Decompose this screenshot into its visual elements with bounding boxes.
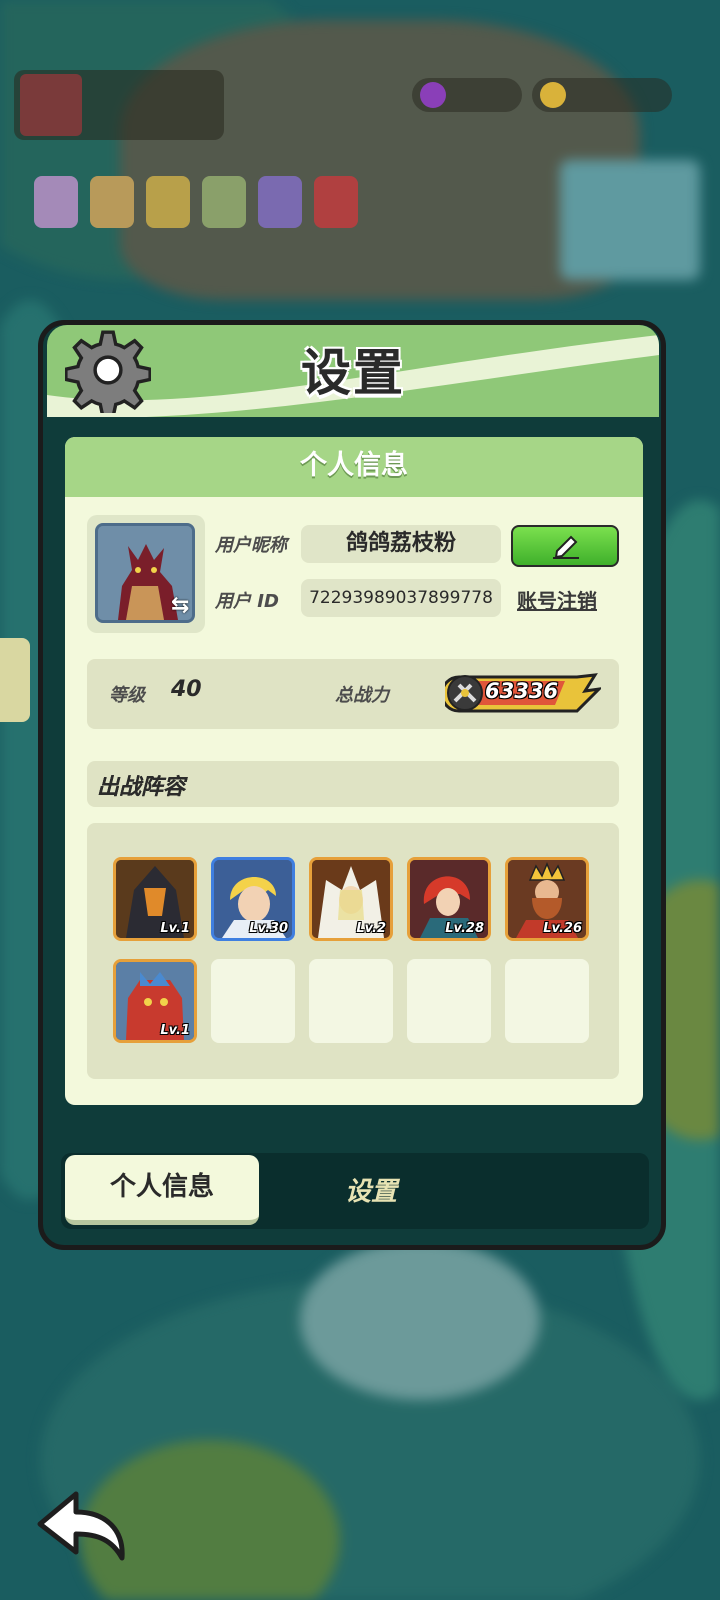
hero-slot-1[interactable]: Lv.1	[113, 857, 197, 941]
deactivate-account-link[interactable]: 账号注销	[517, 585, 597, 614]
dialog-header: 设置	[47, 325, 659, 417]
level-value: 40	[171, 677, 202, 702]
nickname-value: 鸽鸽荔枝粉	[301, 525, 501, 563]
power-value: 63336	[485, 679, 559, 703]
profile-panel: 个人信息 ⇆ 用户昵称 鸽鸽荔枝粉 用户 ID 7229398903789977…	[65, 437, 643, 1105]
power-label: 总战力	[335, 685, 389, 706]
tab-profile[interactable]: 个人信息	[65, 1155, 259, 1225]
stats-row: 等级 40 总战力 63336	[87, 659, 619, 729]
empty-hero-slot[interactable]	[407, 959, 491, 1043]
side-tab	[0, 638, 30, 722]
hero-slot-5[interactable]: Lv.26	[505, 857, 589, 941]
hero-level: Lv.30	[249, 921, 288, 936]
edit-nickname-button[interactable]	[511, 525, 619, 567]
dialog-title: 设置	[301, 344, 405, 402]
dialog-tab-bar: 个人信息 设置	[61, 1153, 649, 1229]
hero-level: Lv.1	[160, 921, 190, 936]
player-info-bar	[14, 70, 224, 140]
resource-gems	[412, 78, 522, 112]
hero-level: Lv.1	[160, 1023, 190, 1038]
hero-level: Lv.2	[356, 921, 386, 936]
power-badge: 63336	[440, 671, 604, 715]
edit-icon	[553, 535, 579, 559]
hero-slot-2[interactable]: Lv.30	[211, 857, 295, 941]
empty-hero-slot[interactable]	[211, 959, 295, 1043]
hero-slot-6[interactable]: Lv.1	[113, 959, 197, 1043]
hero-slot-4[interactable]: Lv.28	[407, 857, 491, 941]
level-label: 等级	[109, 685, 145, 706]
tab-settings[interactable]: 设置	[311, 1167, 431, 1217]
lineup-title: 出战阵容	[97, 775, 186, 800]
nickname-label: 用户昵称	[215, 535, 287, 556]
avatar-frame[interactable]: ⇆	[87, 515, 205, 633]
swap-icon[interactable]: ⇆	[171, 593, 197, 619]
lineup-grid: Lv.1 Lv.30 Lv.2 Lv.28 Lv.26 Lv.1	[87, 823, 619, 1079]
empty-hero-slot[interactable]	[309, 959, 393, 1043]
sword-power-icon	[447, 675, 483, 711]
user-id-value: 7229398903789977​8	[301, 579, 501, 617]
hero-level: Lv.28	[445, 921, 484, 936]
panel-title: 个人信息	[65, 437, 643, 497]
empty-hero-slot[interactable]	[505, 959, 589, 1043]
resource-gold	[532, 78, 672, 112]
settings-dialog: 设置 个人信息 ⇆ 用户昵称 鸽鸽荔枝粉 用户 ID 7229398903789…	[38, 320, 666, 1250]
lineup-section-header: 出战阵容	[87, 761, 619, 807]
hero-level: Lv.26	[543, 921, 582, 936]
user-id-label: 用户 ID	[215, 591, 279, 612]
hero-slot-3[interactable]: Lv.2	[309, 857, 393, 941]
back-arrow-icon[interactable]	[36, 1490, 128, 1562]
activity-icons	[34, 176, 364, 236]
